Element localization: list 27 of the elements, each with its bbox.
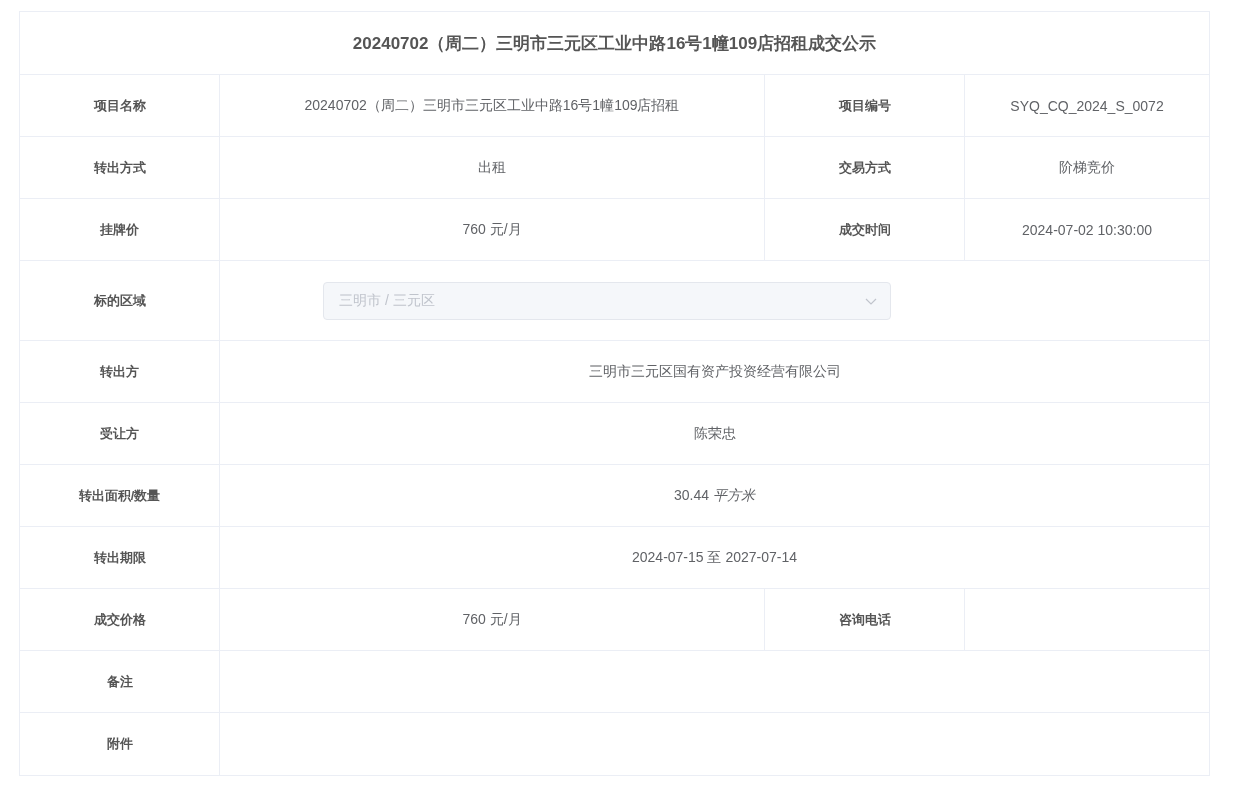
- field-label: 成交价格: [93, 610, 146, 629]
- field-label: 备注: [106, 672, 133, 691]
- field-label: 受让方: [100, 424, 139, 443]
- field-label: 挂牌价: [100, 220, 139, 239]
- field-label: 附件: [106, 735, 133, 753]
- field-value: 2024-07-02 10:30:00: [1022, 221, 1152, 238]
- field-label: 转出面积/数量: [78, 486, 161, 505]
- field-label: 转出期限: [93, 548, 146, 567]
- field-label: 转出方式: [93, 158, 146, 177]
- field-label: 标的区域: [93, 291, 146, 310]
- field-label: 咨询电话: [838, 610, 891, 629]
- field-label: 转出方: [100, 362, 139, 381]
- field-value: 2024-07-15 至 2027-07-14: [632, 548, 797, 567]
- field-label: 交易方式: [838, 158, 891, 177]
- field-label: 成交时间: [838, 220, 891, 239]
- notice-title: 20240702（周二）三明市三元区工业中路16号1幢109店招租成交公示: [20, 12, 1209, 75]
- field-value: 30.44 平方米: [674, 486, 755, 505]
- field-value: 阶梯竞价: [1059, 158, 1115, 177]
- field-value: SYQ_CQ_2024_S_0072: [1010, 97, 1164, 114]
- field-label: 项目名称: [93, 96, 146, 115]
- field-value: 三明市三元区国有资产投资经营有限公司: [588, 362, 841, 381]
- field-value: 20240702（周二）三明市三元区工业中路16号1幢109店招租: [304, 96, 680, 115]
- field-value: 出租: [478, 158, 506, 177]
- field-value: 760 元/月: [462, 220, 522, 239]
- field-label: 项目编号: [838, 96, 891, 115]
- field-value: 760 元/月: [462, 610, 522, 629]
- field-value: 陈荣忠: [693, 424, 736, 443]
